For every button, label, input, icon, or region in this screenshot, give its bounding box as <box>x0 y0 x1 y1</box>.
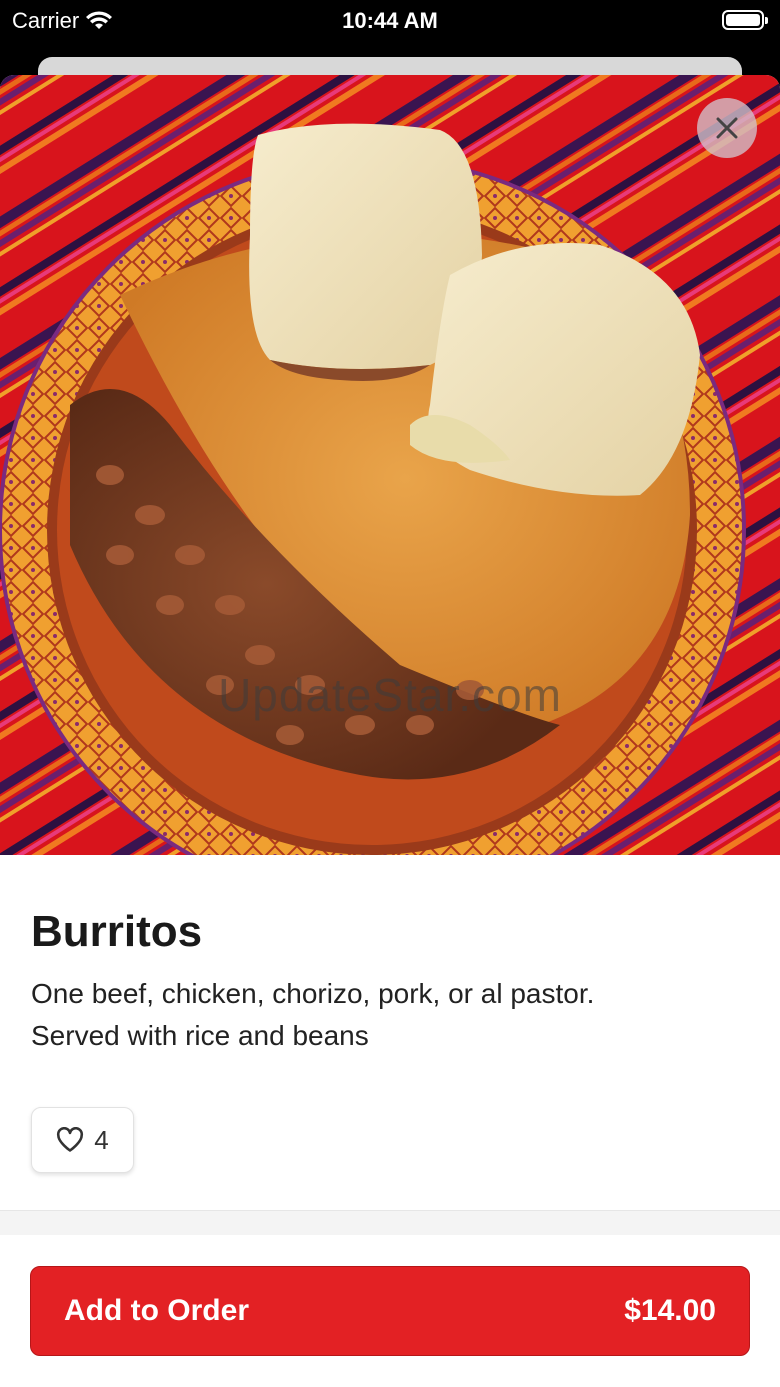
add-to-order-label: Add to Order <box>64 1294 249 1327</box>
item-info: Burritos One beef, chicken, chorizo, por… <box>0 855 780 1173</box>
section-divider <box>0 1210 780 1236</box>
like-count: 4 <box>94 1124 109 1155</box>
item-photo: UpdateStar.com <box>0 75 780 855</box>
status-time: 10:44 AM <box>342 8 438 33</box>
watermark-text: UpdateStar.com <box>218 669 562 721</box>
item-description: One beef, chicken, chorizo, pork, or al … <box>31 973 749 1057</box>
add-to-order-button[interactable]: Add to Order $14.00 <box>30 1266 750 1356</box>
description-line-2: Served with rice and beans <box>31 1020 369 1051</box>
description-line-1: One beef, chicken, chorizo, pork, or al … <box>31 978 595 1009</box>
close-button[interactable] <box>697 98 757 158</box>
close-icon <box>716 117 738 139</box>
item-title: Burritos <box>31 907 203 956</box>
status-bar: Carrier 10:44 AM <box>0 0 780 40</box>
heart-icon <box>57 1127 84 1152</box>
burrito-plate-image <box>0 75 780 855</box>
like-button[interactable]: 4 <box>31 1107 134 1173</box>
order-footer: Add to Order $14.00 <box>0 1235 780 1387</box>
battery-icon <box>722 10 768 30</box>
price-label: $14.00 <box>624 1294 716 1327</box>
item-detail-sheet: UpdateStar.com Burritos One beef, chicke… <box>0 75 780 1387</box>
